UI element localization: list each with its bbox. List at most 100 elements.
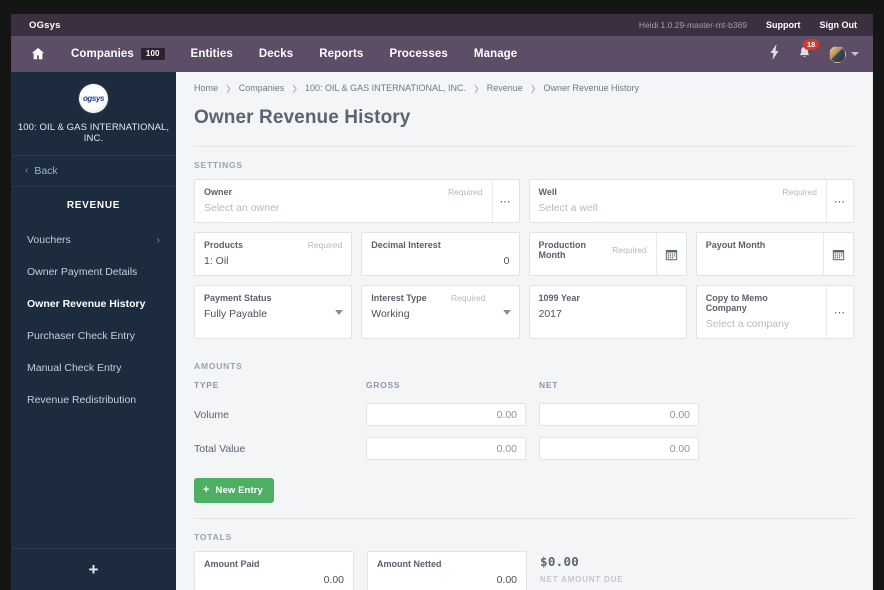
new-entry-label: New Entry — [215, 485, 263, 496]
sidebar-item-vouchers[interactable]: Vouchers › — [11, 224, 176, 256]
interest-type-field-head: Interest Type Required — [371, 293, 485, 303]
well-field-main[interactable]: Well Required Select a well — [530, 180, 827, 222]
top-utility-right: Heidi 1.0.29-master-mt-b369 Support Sign… — [639, 14, 857, 36]
volume-net-input[interactable]: 0.00 — [539, 403, 699, 426]
owner-ellipsis-icon[interactable]: ⋯ — [491, 180, 519, 222]
home-icon[interactable] — [29, 47, 47, 61]
totals-section-label: TOTALS — [194, 532, 233, 542]
amount-netted-field-main[interactable]: Amount Netted 0.00 — [368, 552, 526, 590]
year-1099-field-head: 1099 Year — [539, 293, 677, 303]
payment-status-field-main[interactable]: Payment Status Fully Payable — [195, 286, 327, 338]
nav-item-decks[interactable]: Decks — [259, 48, 293, 60]
payout-month-field[interactable]: Payout Month — [695, 232, 854, 276]
nav-item-processes[interactable]: Processes — [389, 48, 447, 60]
payout-month-calendar-icon[interactable] — [823, 233, 853, 275]
sidebar-add-button[interactable]: + — [11, 548, 176, 590]
plus-icon: + — [88, 559, 99, 579]
amount-netted-label: Amount Netted — [377, 559, 442, 569]
products-input[interactable]: 1: Oil — [204, 255, 342, 267]
sidebar-item-owner-payment-details[interactable]: Owner Payment Details — [11, 256, 176, 288]
owner-field-main[interactable]: Owner Required Select an owner — [195, 180, 492, 222]
amount-paid-input[interactable]: 0.00 — [204, 574, 344, 586]
interest-type-value[interactable]: Working — [371, 308, 485, 320]
breadcrumb-item-revenue[interactable]: Revenue — [487, 83, 523, 93]
sidebar-item-manual-check-entry[interactable]: Manual Check Entry — [11, 352, 176, 384]
lightning-bolt-icon[interactable] — [768, 43, 781, 65]
year-1099-field[interactable]: 1099 Year 2017 — [528, 285, 687, 339]
support-link[interactable]: Support — [766, 20, 801, 30]
notifications-button[interactable]: 18 — [797, 39, 820, 63]
main-content: Home ❯ Companies ❯ 100: OIL & GAS INTERN… — [176, 72, 873, 590]
volume-gross-input[interactable]: 0.00 — [366, 403, 526, 426]
owner-field[interactable]: Owner Required Select an owner ⋯ — [194, 179, 520, 223]
sidebar-back-button[interactable]: ‹ Back — [11, 155, 176, 187]
amounts-header-net: NET — [539, 380, 559, 390]
nav-item-entities[interactable]: Entities — [191, 48, 233, 60]
interest-type-field[interactable]: Interest Type Required Working — [361, 285, 520, 339]
user-menu[interactable] — [829, 45, 859, 63]
app-body: ogsys 100: OIL & GAS INTERNATIONAL, INC.… — [11, 72, 873, 590]
amounts-header-gross: GROSS — [366, 380, 401, 390]
amount-netted-input[interactable]: 0.00 — [377, 574, 517, 586]
breadcrumb-item-home[interactable]: Home — [194, 83, 218, 93]
products-field[interactable]: Products Required 1: Oil — [194, 232, 353, 276]
total-value-net-input[interactable]: 0.00 — [539, 437, 699, 460]
sidebar-item-purchaser-check-entry[interactable]: Purchaser Check Entry — [11, 320, 176, 352]
production-month-calendar-icon[interactable] — [655, 233, 686, 275]
production-month-field[interactable]: Production Month Required — [528, 232, 687, 276]
production-month-field-main[interactable]: Production Month Required — [530, 233, 656, 275]
amounts-header-type: TYPE — [194, 380, 220, 390]
payment-status-field-head: Payment Status — [204, 293, 318, 303]
amount-netted-field[interactable]: Amount Netted 0.00 — [367, 551, 527, 590]
copy-to-memo-company-ellipsis-icon[interactable]: ⋯ — [826, 286, 853, 338]
breadcrumb: Home ❯ Companies ❯ 100: OIL & GAS INTERN… — [176, 72, 872, 93]
products-field-main[interactable]: Products Required 1: Oil — [195, 233, 351, 275]
copy-to-memo-company-input[interactable]: Select a company — [706, 318, 817, 330]
nav-item-companies[interactable]: Companies 100 — [71, 48, 165, 60]
page-title: Owner Revenue History — [194, 107, 411, 128]
interest-type-chevron-down-icon[interactable] — [495, 286, 519, 338]
breadcrumb-item-company[interactable]: 100: OIL & GAS INTERNATIONAL, INC. — [305, 83, 466, 93]
settings-section-label: SETTINGS — [194, 160, 243, 170]
breadcrumb-item-companies[interactable]: Companies — [239, 83, 285, 93]
total-value-gross-input[interactable]: 0.00 — [366, 437, 526, 460]
amount-paid-field-main[interactable]: Amount Paid 0.00 — [195, 552, 353, 590]
amount-paid-field[interactable]: Amount Paid 0.00 — [194, 551, 354, 590]
year-1099-input[interactable]: 2017 — [539, 308, 677, 320]
main-navigation-bar: Companies 100 Entities Decks Reports Pro… — [11, 36, 873, 72]
year-1099-label: 1099 Year — [538, 293, 580, 303]
payout-month-field-main[interactable]: Payout Month — [697, 233, 823, 275]
back-label: Back — [34, 165, 58, 177]
production-month-label: Production Month — [538, 240, 587, 260]
decimal-interest-field-main[interactable]: Decimal Interest 0 — [362, 233, 518, 275]
owner-input[interactable]: Select an owner — [204, 202, 483, 214]
new-entry-button[interactable]: + New Entry — [194, 478, 274, 503]
avatar — [829, 45, 846, 63]
payment-status-chevron-down-icon[interactable] — [327, 286, 351, 338]
payment-status-field[interactable]: Payment Status Fully Payable — [194, 285, 353, 339]
interest-type-field-main[interactable]: Interest Type Required Working — [362, 286, 494, 338]
nav-right-actions: 18 — [768, 36, 859, 72]
copy-to-memo-company-label: Copy to Memo Company — [705, 293, 768, 313]
nav-item-manage[interactable]: Manage — [474, 48, 517, 60]
sidebar-item-revenue-redistribution[interactable]: Revenue Redistribution — [11, 384, 176, 416]
sign-out-link[interactable]: Sign Out — [820, 20, 858, 30]
sidebar-item-owner-revenue-history[interactable]: Owner Revenue History — [11, 288, 176, 320]
well-ellipsis-icon[interactable]: ⋯ — [826, 180, 853, 222]
copy-to-memo-company-field-main[interactable]: Copy to Memo Company Select a company — [697, 286, 826, 338]
well-required-tag: Required — [782, 187, 818, 197]
payment-status-value[interactable]: Fully Payable — [204, 308, 318, 320]
decimal-interest-input[interactable]: 0 — [371, 255, 510, 267]
well-input[interactable]: Select a well — [539, 202, 818, 214]
payout-month-field-head: Payout Month — [706, 240, 814, 250]
decimal-interest-field[interactable]: Decimal Interest 0 — [361, 232, 520, 276]
copy-to-memo-company-field[interactable]: Copy to Memo Company Select a company ⋯ — [695, 285, 854, 339]
breadcrumb-separator: ❯ — [473, 83, 480, 93]
nav-item-reports[interactable]: Reports — [319, 48, 363, 60]
sidebar: ogsys 100: OIL & GAS INTERNATIONAL, INC.… — [11, 72, 176, 590]
year-1099-field-main[interactable]: 1099 Year 2017 — [530, 286, 686, 338]
sidebar-item-label: Owner Revenue History — [27, 298, 146, 310]
well-field[interactable]: Well Required Select a well ⋯ — [528, 179, 854, 223]
chevron-right-icon: › — [156, 234, 160, 246]
